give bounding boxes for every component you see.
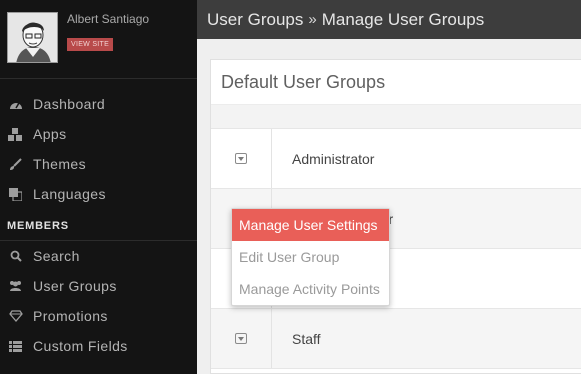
menu-item-manage-user-settings[interactable]: Manage User Settings [232,209,389,241]
dropdown-toggle-icon[interactable] [235,153,247,164]
breadcrumb-separator: » [308,11,317,28]
page-header: User Groups » Manage User Groups [197,0,581,39]
sidebar-item-label: Themes [33,156,86,172]
avatar[interactable] [7,12,58,63]
sidebar-item-label: Custom Fields [33,338,128,354]
sidebar: Albert Santiago VIEW SITE Dashboard Apps… [0,0,197,374]
sidebar-item-languages[interactable]: Languages [0,179,197,209]
dropdown-toggle-icon[interactable] [235,333,247,344]
members-nav: Search User Groups Promotions Custom Fie… [0,241,197,361]
translate-icon [8,187,23,202]
dashboard-icon [8,97,23,112]
cubes-icon [8,127,23,142]
brush-icon [8,157,23,172]
sidebar-item-label: User Groups [33,278,117,294]
members-section-title: MEMBERS [0,211,197,241]
panel-title: Default User Groups [211,60,581,105]
sidebar-item-label: Promotions [33,308,108,324]
sidebar-item-promotions[interactable]: Promotions [0,301,197,331]
sidebar-item-search[interactable]: Search [0,241,197,271]
sidebar-item-custom-fields[interactable]: Custom Fields [0,331,197,361]
sidebar-item-apps[interactable]: Apps [0,119,197,149]
sidebar-item-label: Search [33,248,80,264]
menu-item-edit-user-group[interactable]: Edit User Group [232,241,389,273]
user-name: Albert Santiago [67,12,150,26]
main-nav: Dashboard Apps Themes Languages [0,79,197,209]
profile-section: Albert Santiago VIEW SITE [0,0,197,79]
sidebar-item-label: Languages [33,186,106,202]
table-header [211,105,581,129]
sidebar-item-dashboard[interactable]: Dashboard [0,89,197,119]
users-icon [8,279,23,294]
sidebar-item-label: Dashboard [33,96,106,112]
row-options-cell [211,129,272,188]
breadcrumb-current: Manage User Groups [321,9,485,29]
diamond-icon [8,309,23,324]
search-icon [8,249,23,264]
table-row: Staff [211,309,581,369]
list-icon [8,339,23,354]
sidebar-item-label: Apps [33,126,67,142]
view-site-button[interactable]: VIEW SITE [67,38,114,51]
row-options-cell [211,309,272,368]
sidebar-item-themes[interactable]: Themes [0,149,197,179]
sidebar-item-user-groups[interactable]: User Groups [0,271,197,301]
main-content: Default User Groups Administrator Regist… [197,39,581,374]
row-actions-menu: Manage User Settings Edit User Group Man… [231,208,390,306]
group-name[interactable]: Administrator [272,129,581,188]
table-row: Administrator [211,129,581,189]
breadcrumb-user-groups[interactable]: User Groups [207,10,303,30]
menu-item-manage-activity-points[interactable]: Manage Activity Points [232,273,389,305]
group-name[interactable]: Staff [272,309,581,368]
